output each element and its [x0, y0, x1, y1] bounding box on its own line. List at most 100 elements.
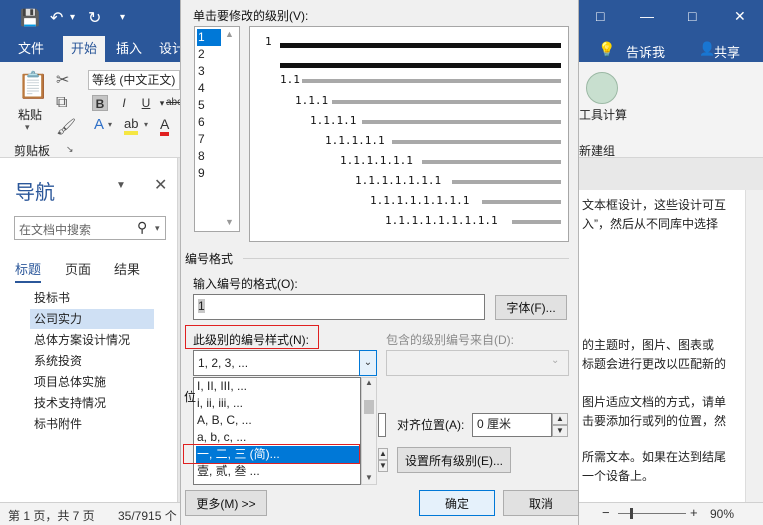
align-position-input[interactable]: 0 厘米 — [472, 413, 552, 437]
tab-insert[interactable]: 插入 — [108, 36, 150, 62]
close-window-icon[interactable]: ✕ — [734, 8, 746, 25]
zoom-level[interactable]: 90% — [710, 507, 734, 521]
zoom-slider[interactable] — [618, 513, 686, 514]
strikethrough-button[interactable]: abc — [166, 95, 182, 111]
spin-down-icon[interactable]: ▼ — [378, 460, 388, 472]
share-button[interactable]: 共享 — [714, 42, 740, 61]
minimize-icon[interactable]: — — [640, 8, 654, 24]
level-listbox[interactable]: 1 2 3 4 5 6 7 8 9 ▲ ▼ — [194, 26, 240, 232]
zoom-out-icon[interactable]: − — [602, 505, 610, 520]
number-style-label: 此级别的编号样式(N): — [193, 333, 309, 347]
maximize-icon[interactable]: □ — [688, 8, 696, 24]
undo-dropdown-icon[interactable]: ▾ — [70, 12, 75, 23]
number-style-dropdown-list[interactable]: I, II, III, ... i, ii, iii, ... A, B, C,… — [193, 377, 361, 485]
cut-icon[interactable]: ✂ — [56, 70, 69, 90]
zoom-slider-thumb[interactable] — [630, 508, 633, 519]
paste-dropdown-icon[interactable]: ▾ — [25, 122, 30, 133]
share-icon[interactable]: 👤 — [699, 41, 715, 57]
ribbon-display-icon[interactable]: □ — [596, 8, 604, 24]
number-format-input[interactable]: 1 — [193, 294, 485, 320]
style-option[interactable]: 壹, 贰, 叁 ... — [196, 463, 360, 480]
nav-heading-item[interactable]: 公司实力 — [30, 309, 154, 329]
scroll-thumb[interactable] — [364, 400, 374, 414]
nav-tab-pages[interactable]: 页面 — [65, 259, 91, 278]
text-effects-icon[interactable]: A — [94, 116, 104, 133]
nav-heading-item[interactable]: 项目总体实施 — [34, 372, 106, 392]
preview-line — [482, 200, 561, 204]
nav-search-input[interactable]: 在文档中搜索 ⚲ ▾ — [14, 216, 166, 240]
paste-label[interactable]: 粘贴 — [18, 106, 42, 123]
level-item[interactable]: 2 — [197, 46, 221, 63]
nav-tab-headings[interactable]: 标题 — [15, 259, 42, 283]
bold-button[interactable]: B — [92, 95, 108, 111]
level-item[interactable]: 7 — [197, 131, 221, 148]
level-item[interactable]: 4 — [197, 80, 221, 97]
more-button[interactable]: 更多(M) >> — [185, 490, 267, 516]
font-color-icon[interactable]: A — [160, 116, 170, 136]
search-icon[interactable]: ⚲ — [137, 219, 147, 236]
tab-home[interactable]: 开始 — [63, 36, 106, 62]
font-button[interactable]: 字体(F)... — [495, 295, 567, 320]
nav-tab-results[interactable]: 结果 — [114, 259, 140, 278]
nav-title: 导航 — [15, 182, 55, 204]
page-count[interactable]: 第 1 页，共 7 页 — [8, 507, 95, 524]
undo-icon[interactable]: ↶ — [50, 8, 63, 28]
number-style-combo[interactable]: 1, 2, 3, ... ⌄ — [193, 350, 377, 376]
scroll-down-icon[interactable]: ▼ — [365, 473, 373, 482]
qat-customize-icon[interactable]: ▾ — [120, 12, 125, 23]
chevron-down-icon[interactable]: ⌄ — [359, 350, 377, 376]
highlight-dropdown-icon[interactable]: ▾ — [144, 120, 148, 129]
zoom-in-icon[interactable]: + — [690, 505, 698, 520]
nav-heading-item[interactable]: 系统投资 — [34, 351, 82, 371]
text-effects-dropdown-icon[interactable]: ▾ — [108, 120, 112, 129]
align-position-label: 对齐位置(A): — [397, 418, 465, 432]
spin-up-icon[interactable]: ▲ — [552, 413, 568, 425]
save-icon[interactable]: 💾 — [20, 8, 40, 28]
style-option[interactable]: i, ii, iii, ... — [196, 395, 360, 412]
search-dropdown-icon[interactable]: ▾ — [155, 223, 160, 234]
tab-file[interactable]: 文件 — [10, 36, 52, 62]
redo-icon[interactable]: ↻ — [88, 8, 101, 28]
spin-up-icon[interactable]: ▲ — [378, 448, 388, 460]
level-item[interactable]: 5 — [197, 97, 221, 114]
scroll-up-icon[interactable]: ▲ — [365, 378, 373, 387]
nav-options-icon[interactable]: ▼ — [116, 180, 126, 191]
highlight-icon[interactable]: ab — [124, 116, 139, 135]
underline-button[interactable]: U — [138, 95, 154, 111]
level-scroll-down-icon[interactable]: ▼ — [225, 217, 234, 227]
alignment-combo-edge[interactable] — [378, 413, 386, 437]
level-item[interactable]: 3 — [197, 63, 221, 80]
font-name-box[interactable]: 等线 (中文正文) — [88, 70, 180, 90]
level-item[interactable]: 8 — [197, 148, 221, 165]
nav-heading-item[interactable]: 投标书 — [34, 288, 70, 308]
style-option[interactable]: I, II, III, ... — [196, 378, 360, 395]
level-item[interactable]: 9 — [197, 165, 221, 182]
format-painter-icon[interactable]: 🖌 — [56, 117, 76, 137]
italic-button[interactable]: I — [116, 95, 132, 111]
spin-down-icon[interactable]: ▼ — [552, 425, 568, 437]
lightbulb-icon[interactable]: 💡 — [598, 41, 615, 58]
tool-calc-label[interactable]: 工具计算 — [579, 106, 627, 123]
tool-calc-icon[interactable] — [586, 72, 618, 104]
nav-close-icon[interactable]: ✕ — [154, 175, 167, 195]
level-item[interactable]: 1 — [197, 29, 221, 46]
word-count[interactable]: 35/7915 个 — [118, 507, 177, 524]
dropdown-scrollbar[interactable]: ▲ ▼ — [361, 377, 377, 485]
doc-text-line: 文本框设计，这些设计可互 — [582, 198, 727, 212]
cancel-button[interactable]: 取消 — [503, 490, 579, 516]
nav-heading-item[interactable]: 总体方案设计情况 — [34, 330, 130, 350]
document-scrollbar[interactable] — [745, 190, 763, 502]
ok-button[interactable]: 确定 — [419, 490, 495, 516]
nav-heading-item[interactable]: 标书附件 — [34, 414, 82, 434]
style-option[interactable]: A, B, C, ... — [196, 412, 360, 429]
paste-icon[interactable]: 📋 — [17, 70, 49, 101]
set-all-levels-button[interactable]: 设置所有级别(E)... — [397, 447, 511, 473]
clipboard-launcher-icon[interactable]: ↘ — [66, 144, 74, 155]
preview-level-label: 1.1.1.1 — [310, 114, 357, 127]
copy-icon[interactable]: ⧉ — [56, 94, 67, 112]
format-input-label: 输入编号的格式(O): — [193, 277, 298, 291]
level-item[interactable]: 6 — [197, 114, 221, 131]
tell-me[interactable]: 告诉我 — [626, 42, 665, 61]
level-scroll-up-icon[interactable]: ▲ — [225, 29, 234, 39]
nav-heading-item[interactable]: 技术支持情况 — [34, 393, 106, 413]
